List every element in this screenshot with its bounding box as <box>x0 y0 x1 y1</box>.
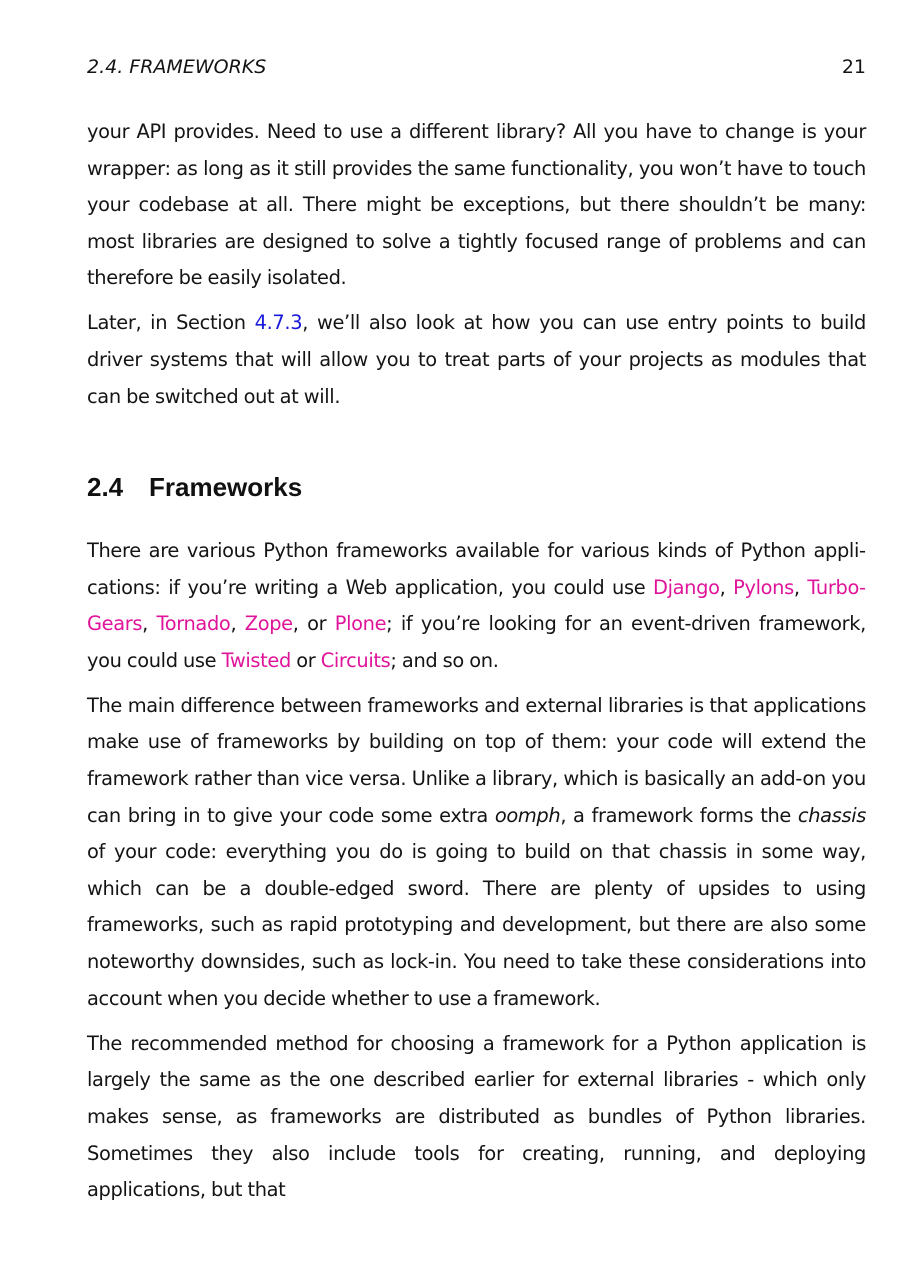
emphasis-chassis: chassis <box>797 803 866 827</box>
paragraph: your API provides. Need to use a differe… <box>87 120 866 290</box>
text-run: , <box>230 612 245 636</box>
link-circuits[interactable]: Circuits <box>321 649 391 672</box>
intro-text-block: your API provides. Need to use a differe… <box>87 114 866 424</box>
text-run: , <box>142 612 157 636</box>
link-django[interactable]: Django <box>653 576 720 599</box>
link-plone[interactable]: Plone <box>335 612 387 635</box>
text-run: , a framework forms the <box>560 803 798 827</box>
link-twisted[interactable]: Twisted <box>222 649 292 672</box>
text-run: , <box>793 575 808 599</box>
section-number: 2.4 <box>87 472 124 502</box>
text-run: Later, in Section <box>87 311 255 335</box>
paragraph: Later, in Section 4.7.3, we’ll also look… <box>87 305 866 415</box>
paragraph: There are various Python frameworks avai… <box>87 533 866 679</box>
section-title: Frameworks <box>149 472 303 502</box>
link-pylons[interactable]: Pylons <box>733 576 794 599</box>
frameworks-text-block: There are various Python frameworks avai… <box>87 533 866 1217</box>
paragraph: The main difference between frameworks a… <box>87 688 866 1017</box>
link-zope[interactable]: Zope <box>245 612 293 635</box>
text-run: of your code: everything you do is going… <box>87 840 866 1010</box>
book-page: 2.4. FRAMEWORKS 21 your API provides. Ne… <box>0 0 909 1286</box>
text-run: ; and so on. <box>390 648 499 672</box>
text-run: or <box>290 648 321 672</box>
section-ref-link[interactable]: 4.7.3 <box>255 311 303 334</box>
emphasis-oomph: oomph <box>494 803 561 827</box>
link-tornado[interactable]: Tornado <box>157 612 231 635</box>
paragraph: The recommended method for choosing a fr… <box>87 1031 866 1202</box>
page-number: 21 <box>841 56 866 78</box>
section-heading: 2.4 Frameworks <box>87 470 302 504</box>
text-run: , or <box>292 612 335 636</box>
running-head: 2.4. FRAMEWORKS <box>87 56 267 78</box>
text-run: , <box>719 575 734 599</box>
